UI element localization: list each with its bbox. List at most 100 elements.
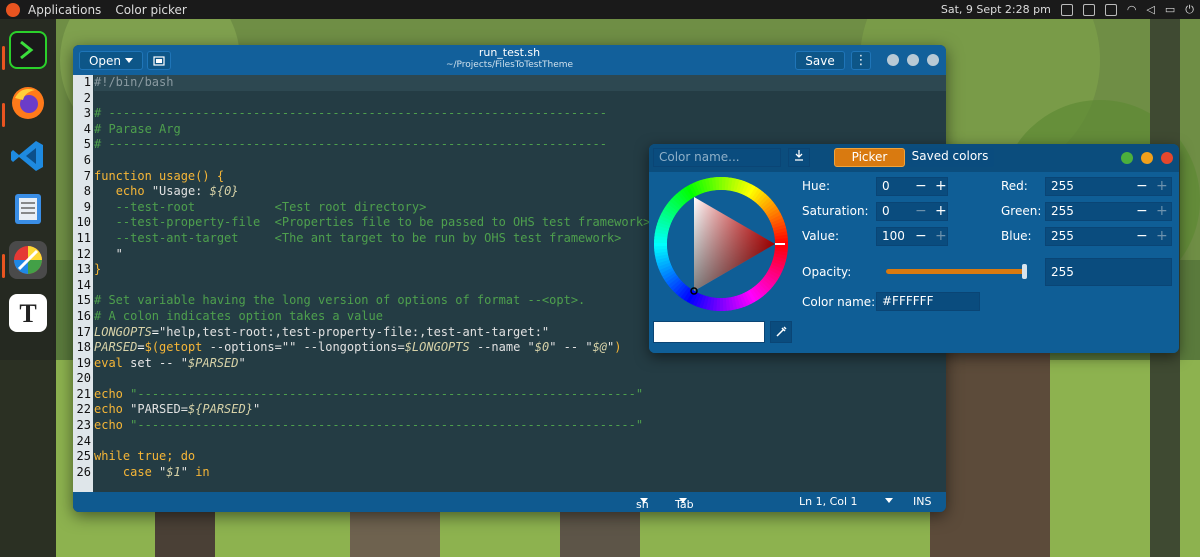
hue-decrement[interactable]: − [915,179,927,193]
files-icon[interactable] [9,190,47,228]
line-number: 15 [76,293,91,308]
color-picker-icon[interactable] [9,241,47,279]
power-icon[interactable]: ⏻ [1185,3,1194,17]
keyboard-layout-icon[interactable] [1082,3,1095,16]
line-number: 24 [76,433,91,448]
line-number: 1 [83,75,91,89]
red-increment[interactable]: + [1156,179,1168,193]
clipboard-icon[interactable] [1104,3,1117,16]
line-number: 7 [83,168,91,183]
hue-wheel[interactable] [653,176,789,312]
eyedropper-icon [776,326,787,337]
code-line: echo "----------------------------------… [94,418,644,433]
code-line: echo "----------------------------------… [94,386,644,401]
ubuntu-logo-icon[interactable] [6,2,20,17]
hue-increment[interactable]: + [935,179,947,193]
terminal-icon[interactable] [9,31,47,69]
line-number: 21 [76,386,91,401]
code-line: #!/bin/bash [94,75,946,91]
saturation-decrement[interactable]: − [915,204,927,218]
saturation-increment[interactable]: + [935,204,947,218]
code-line: eval set -- "$PARSED" [94,355,246,370]
running-indicator [2,46,5,70]
status-bar: sh Tab Width: 2 Ln 1, Col 1 INS [73,492,946,512]
minimize-button[interactable] [887,54,899,66]
line-number-gutter: 1 2 3 4 5 6 7 8 9 10 11 12 13 14 15 16 17 18 19 20 21 22 23 24 2… [73,75,93,492]
line-number: 20 [76,371,91,386]
close-button[interactable] [1161,152,1173,164]
green-label: Green: [1001,204,1042,218]
line-number: 26 [76,464,91,479]
red-label: Red: [1001,179,1028,193]
opacity-slider-fill [886,269,1026,274]
eyedropper-button[interactable] [770,321,792,343]
opacity-input[interactable]: 255 [1045,258,1172,286]
running-indicator [2,103,5,127]
dock: T [0,19,56,557]
line-number: 12 [76,246,91,261]
opacity-label: Opacity: [802,265,852,279]
blue-input[interactable]: 255 [1045,227,1172,246]
line-number: 8 [83,184,91,199]
line-number: 16 [76,308,91,323]
indicator-icon[interactable] [1060,3,1073,16]
cursor-position[interactable]: Ln 1, Col 1 [799,495,858,508]
line-number: 9 [83,199,91,214]
tab-picker[interactable]: Picker [834,148,905,167]
opacity-slider-handle[interactable] [1022,264,1027,279]
color-name-search-field[interactable]: Color name... [653,148,781,167]
value-increment[interactable]: + [935,229,947,243]
insert-mode: INS [913,495,932,508]
line-number: 11 [76,230,91,245]
line-number: 14 [76,277,91,292]
color-name-field[interactable]: #FFFFFF [876,292,980,311]
vscode-icon[interactable] [9,137,47,175]
firefox-icon[interactable] [9,84,47,122]
green-input[interactable]: 255 [1045,202,1172,221]
code-line: # --------------------------------------… [94,106,607,121]
line-number: 4 [83,121,91,136]
svg-text:T: T [19,299,36,328]
blue-increment[interactable]: + [1156,229,1168,243]
datetime[interactable]: Sat, 9 Sept 2:28 pm [941,3,1051,16]
red-decrement[interactable]: − [1136,179,1148,193]
code-line: echo "PARSED=${PARSED}" [94,402,261,417]
blue-decrement[interactable]: − [1136,229,1148,243]
maximize-button[interactable] [1121,152,1133,164]
line-number: 19 [76,355,91,370]
menu-button[interactable]: ⋮ [851,51,871,70]
line-number: 23 [76,418,91,433]
line-number: 10 [76,215,91,230]
close-button[interactable] [927,54,939,66]
active-app-menu[interactable]: Color picker [115,3,187,17]
blue-label: Blue: [1001,229,1032,243]
tab-saved-colors[interactable]: Saved colors [906,148,994,167]
chevron-down-icon [679,498,687,503]
line-number: 17 [76,324,91,339]
line-number: 13 [76,262,91,277]
color-picker-window: Color name... Picker Saved colors Hue: 0… [649,144,1179,353]
text-editor-icon[interactable]: T [9,294,47,332]
green-increment[interactable]: + [1156,204,1168,218]
opacity-slider[interactable] [886,264,1027,279]
red-input[interactable]: 255 [1045,177,1172,196]
chevron-down-icon [640,498,648,503]
minimize-button[interactable] [1141,152,1153,164]
maximize-button[interactable] [907,54,919,66]
line-number: 3 [83,106,91,121]
wifi-icon[interactable]: ◠ [1127,3,1137,16]
chevron-down-icon [885,498,893,503]
green-decrement[interactable]: − [1136,204,1148,218]
download-button[interactable] [788,148,810,167]
value-decrement[interactable]: − [915,229,927,243]
battery-icon[interactable]: ▭ [1165,3,1175,16]
volume-icon[interactable]: ◁ [1146,3,1154,16]
top-panel: Applications Color picker Sat, 9 Sept 2:… [0,0,1200,19]
applications-menu[interactable]: Applications [28,3,101,17]
save-button[interactable]: Save [795,51,845,70]
line-number: 22 [76,402,91,417]
code-line: # Parase Arg [94,121,181,136]
line-number: 18 [76,340,91,355]
